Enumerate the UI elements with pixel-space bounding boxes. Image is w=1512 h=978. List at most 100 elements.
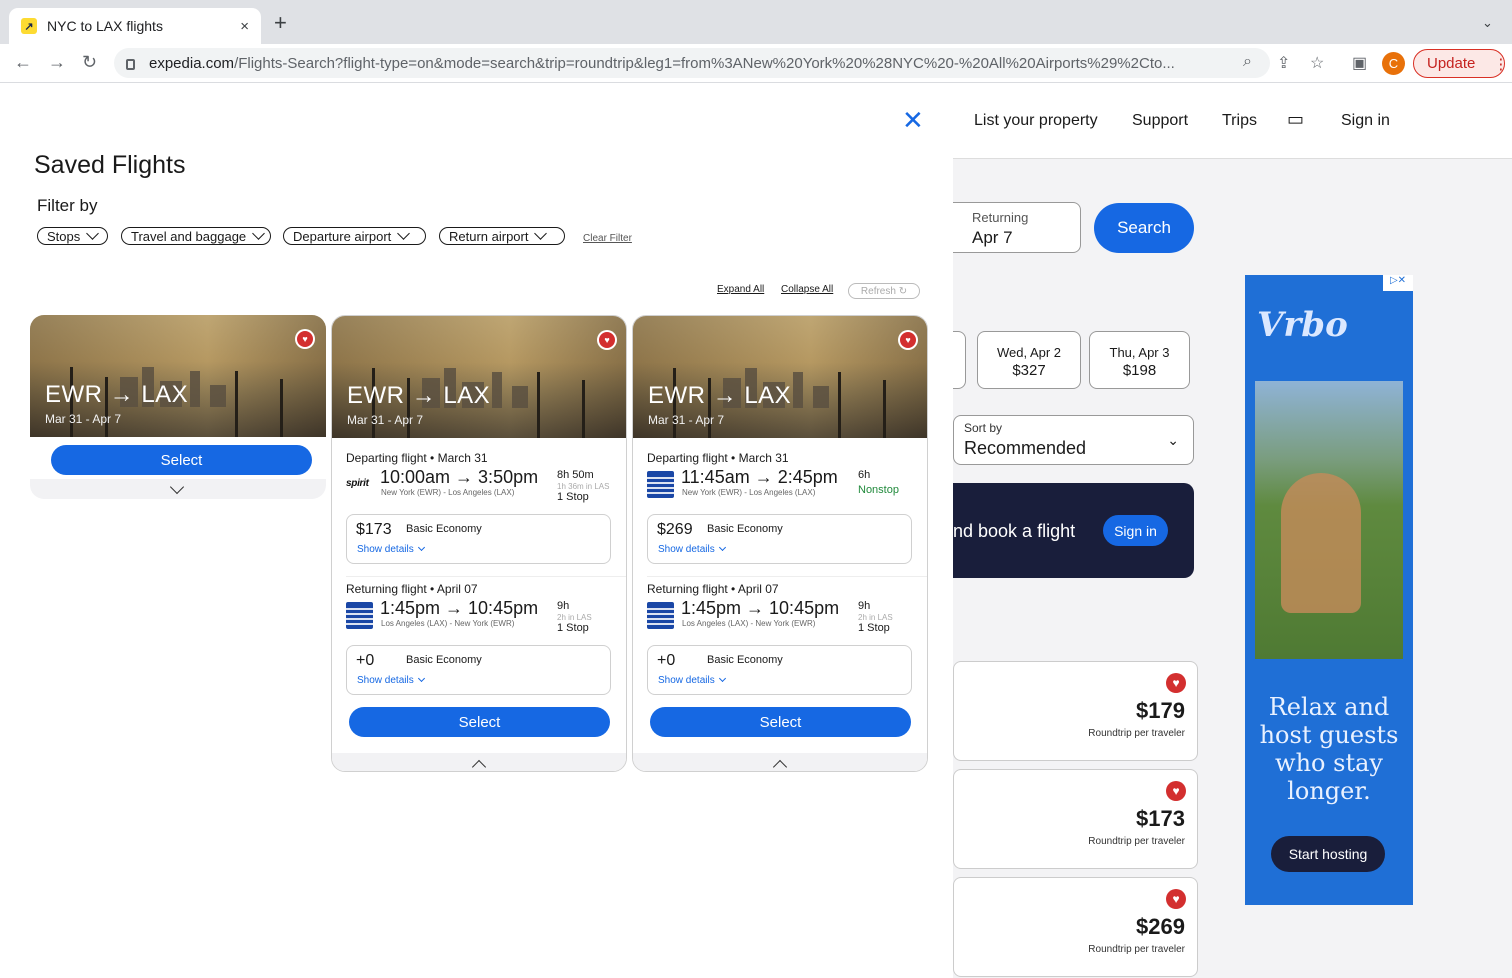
select-button[interactable]: Select [349,707,610,737]
segment-duration: 8h 50m [557,469,594,481]
heart-icon[interactable]: ♥ [597,330,617,350]
show-details-link[interactable]: Show details [658,674,726,686]
ad-photo [1255,381,1403,659]
segment-label: Departing flight • March 31 [346,451,488,465]
back-arrow-icon[interactable]: ← [14,52,32,73]
segment-layover: 1h 36m in LAS [557,482,610,491]
close-icon[interactable]: ✕ [902,107,924,133]
chevron-down-icon [86,226,100,240]
filter-return-airport[interactable]: Return airport [439,226,565,245]
side-panel-icon[interactable]: ▣ [1352,53,1367,73]
expand-toggle[interactable] [30,479,326,499]
show-details-link[interactable]: Show details [658,543,726,555]
tab-close-icon[interactable]: × [240,18,249,35]
kebab-menu-icon: ⋮ [1493,55,1509,73]
browser-tab-strip: ↗ NYC to LAX flights × + ⌄ [0,0,1512,44]
divider [647,576,927,577]
nav-support[interactable]: Support [1132,112,1188,130]
segment-layover: 2h in LAS [557,613,592,622]
card-dates: Mar 31 - Apr 7 [648,413,725,427]
date-card[interactable]: Thu, Apr 3 $198 [1089,331,1190,389]
filter-stops[interactable]: Stops [37,226,108,245]
card-hero-image: ♥ EWR → LAX Mar 31 - Apr 7 [332,316,626,438]
filter-departure-airport[interactable]: Departure airport [283,226,426,245]
filter-travel-baggage[interactable]: Travel and baggage [121,226,271,245]
united-airline-logo-icon [647,602,674,629]
select-button[interactable]: Select [650,707,911,737]
segment-times: 1:45pm → 10:45pm [681,598,840,618]
nav-list-property[interactable]: List your property [974,112,1098,130]
nav-sign-in[interactable]: Sign in [1341,112,1390,130]
returning-date-field[interactable]: Returning Apr 7 [943,202,1081,253]
flight-result-card[interactable]: ♥ $173 Roundtrip per traveler [953,769,1198,869]
search-button[interactable]: Search [1094,203,1194,253]
chevron-down-icon [534,226,548,240]
start-hosting-button[interactable]: Start hosting [1271,836,1385,872]
heart-icon[interactable]: ♥ [1166,673,1186,693]
collapse-all-link[interactable]: Collapse All [781,284,833,295]
nav-trips[interactable]: Trips [1222,112,1257,130]
flight-result-card[interactable]: ♥ $179 Roundtrip per traveler [953,661,1198,761]
collapse-toggle[interactable] [633,753,927,771]
new-tab-icon[interactable]: + [274,12,287,34]
show-details-link[interactable]: Show details [357,674,425,686]
segment-airports: New York (EWR) - Los Angeles (LAX) [381,488,515,497]
heart-icon[interactable]: ♥ [898,330,918,350]
clear-filter-link[interactable]: Clear Filter [583,233,632,244]
segment-airports: New York (EWR) - Los Angeles (LAX) [682,488,816,497]
fare-box: $269 Basic Economy Show details [647,514,912,564]
segment-duration: 6h [858,469,871,481]
chevron-down-icon [397,226,411,240]
fare-price: $173 [356,521,392,538]
chat-icon[interactable]: ▭ [1287,109,1304,130]
segment-stops: 1 Stop [858,622,890,634]
result-price: $173 [1136,806,1185,831]
refresh-button[interactable]: Refresh ↻ [848,283,920,299]
vrbo-ad[interactable]: ▷✕ Vrbo Relax and host guests who stay l… [1245,275,1413,905]
segment-duration: 9h [557,600,570,612]
saved-flights-modal: ✕ Saved Flights Filter by Stops Travel a… [0,83,953,978]
heart-icon[interactable]: ♥ [1166,781,1186,801]
date-card[interactable]: Wed, Apr 2 $327 [977,331,1081,389]
returning-label: Returning [972,210,1029,225]
saved-flight-card: ♥ EWR → LAX Mar 31 - Apr 7 Departing fli… [632,315,928,772]
expand-all-link[interactable]: Expand All [717,284,764,295]
ad-choices-icon[interactable]: ▷✕ [1383,275,1413,291]
show-details-link[interactable]: Show details [357,543,425,555]
segment-times: 10:00am → 3:50pm [380,467,539,487]
sort-select[interactable]: Sort by Recommended ⌄ [953,415,1194,465]
update-button[interactable]: Update ⋮ [1413,49,1509,78]
chevron-down-icon: ⌄ [1167,432,1179,448]
fare-box: +0 Basic Economy Show details [346,645,611,695]
segment-layover: 2h in LAS [858,613,893,622]
heart-icon[interactable]: ♥ [1166,889,1186,909]
united-airline-logo-icon [346,602,373,629]
flight-result-card[interactable]: ♥ $269 Roundtrip per traveler [953,877,1198,977]
returning-value: Apr 7 [972,228,1013,247]
fare-class: Basic Economy [406,523,482,535]
card-route: EWR → LAX [45,381,189,408]
bookmark-star-icon[interactable]: ☆ [1310,53,1324,73]
reload-icon[interactable]: ↻ [82,52,97,73]
chevron-down-icon [718,543,726,552]
result-price-subtext: Roundtrip per traveler [1088,728,1185,739]
sort-value: Recommended [964,438,1087,458]
tab-title: NYC to LAX flights [47,18,163,34]
promo-sign-in-button[interactable]: Sign in [1103,515,1168,546]
segment-times: 11:45am → 2:45pm [681,467,838,487]
share-icon[interactable]: ⇪ [1277,53,1290,73]
forward-arrow-icon[interactable]: → [48,52,66,73]
address-bar[interactable]: expedia.com/Flights-Search?flight-type=o… [114,48,1270,78]
sign-in-promo-banner: nd book a flight Sign in [953,483,1194,578]
tab-search-chevron-icon[interactable]: ⌄ [1482,15,1493,31]
collapse-toggle[interactable] [332,753,626,771]
card-hero-image: ♥ EWR → LAX Mar 31 - Apr 7 [633,316,927,438]
zoom-search-icon[interactable]: ⌕ [1243,53,1252,71]
chevron-up-icon [772,759,788,771]
fare-price: +0 [657,652,676,669]
heart-icon[interactable]: ♥ [295,329,315,349]
browser-tab[interactable]: ↗ NYC to LAX flights × [9,8,261,44]
segment-stops: 1 Stop [557,622,589,634]
profile-avatar[interactable]: C [1382,52,1405,75]
select-button[interactable]: Select [51,445,312,475]
